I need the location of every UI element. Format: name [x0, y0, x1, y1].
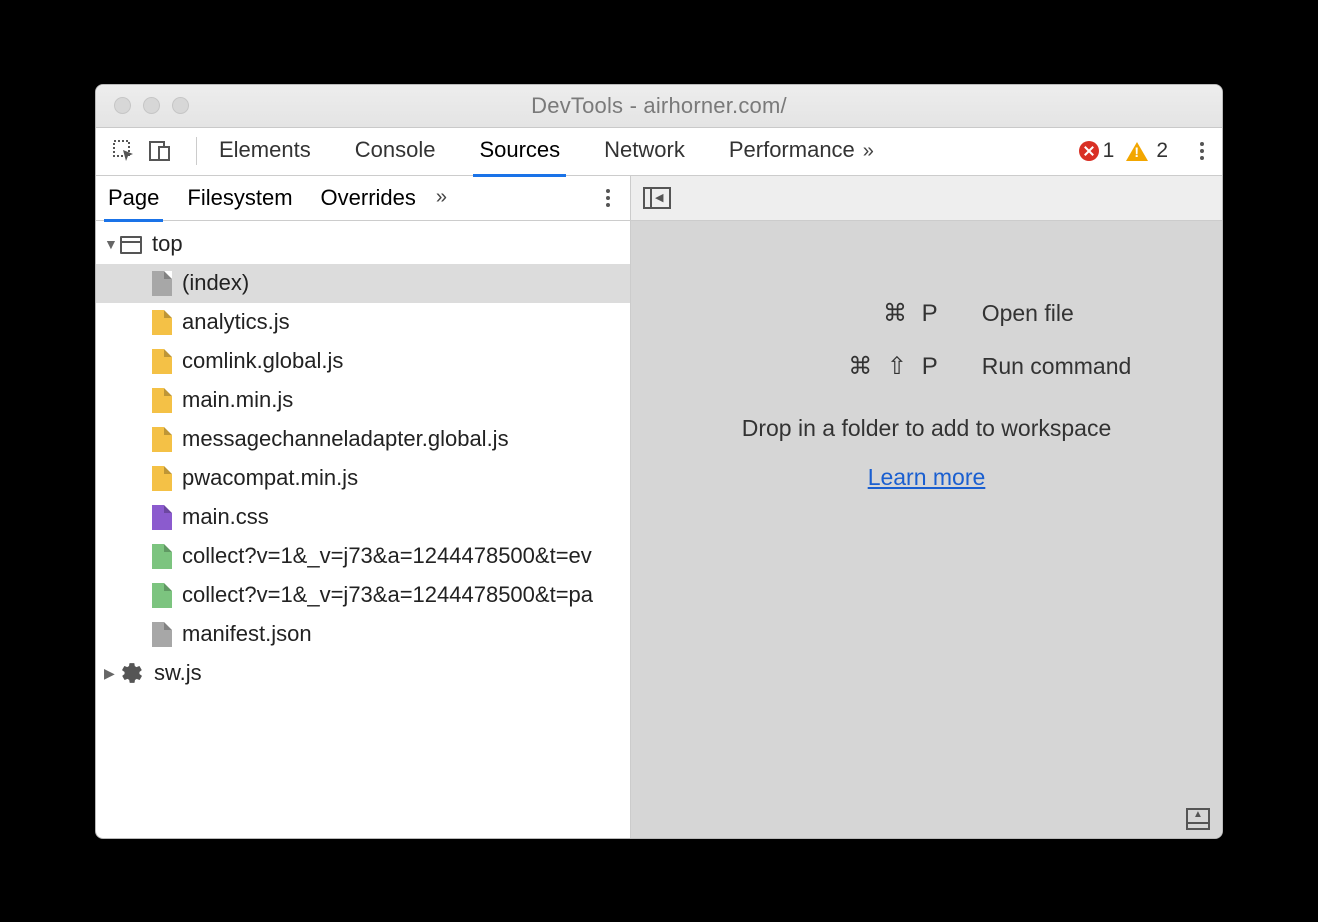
error-icon [1079, 141, 1099, 161]
tab-network[interactable]: Network [604, 137, 685, 165]
file-name: (index) [182, 270, 249, 296]
main-toolbar: Elements Console Sources Network Performance… [96, 128, 1222, 176]
file-icon [152, 622, 172, 647]
file-icon [152, 505, 172, 530]
file-item[interactable]: analytics.js [96, 303, 630, 342]
warning-icon [1126, 142, 1148, 161]
file-item[interactable]: collect?v=1&_v=j73&a=1244478500&t=pa [96, 576, 630, 615]
file-name: messagechanneladapter.global.js [182, 426, 509, 452]
titlebar: DevTools - airhorner.com/ [96, 85, 1222, 128]
file-item[interactable]: (index) [96, 264, 630, 303]
file-icon [152, 544, 172, 569]
subtab-page[interactable]: Page [108, 185, 159, 211]
subtab-overrides[interactable]: Overrides [321, 185, 416, 211]
tree-root-top[interactable]: top [96, 225, 630, 264]
editor-tab-bar [631, 176, 1222, 221]
more-tabs-icon[interactable]: » [863, 140, 874, 163]
file-item[interactable]: comlink.global.js [96, 342, 630, 381]
service-worker-icon [120, 661, 144, 685]
tab-performance[interactable]: Performance [729, 137, 855, 165]
file-icon [152, 427, 172, 452]
devtools-window: DevTools - airhorner.com/ Elements Consol… [95, 84, 1223, 839]
file-name: pwacompat.min.js [182, 465, 358, 491]
zoom-window-button[interactable] [172, 97, 189, 114]
collapse-navigator-icon[interactable] [643, 187, 671, 209]
editor-placeholder: ⌘ P Open file ⌘ ⇧ P Run command Drop in … [631, 221, 1222, 491]
file-icon [152, 349, 172, 374]
tab-sources[interactable]: Sources [479, 137, 560, 165]
tab-console[interactable]: Console [355, 137, 436, 165]
window-title: DevTools - airhorner.com/ [96, 93, 1222, 119]
run-command-label: Run command [982, 353, 1132, 380]
tree-sw[interactable]: sw.js [96, 654, 630, 693]
file-icon [152, 583, 172, 608]
file-item[interactable]: collect?v=1&_v=j73&a=1244478500&t=ev [96, 537, 630, 576]
error-count[interactable]: 1 2 [1079, 139, 1168, 163]
file-name: main.css [182, 504, 269, 530]
file-icon [152, 271, 172, 296]
device-toolbar-icon[interactable] [146, 137, 174, 165]
editor-pane: ⌘ P Open file ⌘ ⇧ P Run command Drop in … [631, 176, 1222, 838]
file-item[interactable]: main.min.js [96, 381, 630, 420]
minimize-window-button[interactable] [143, 97, 160, 114]
inspect-element-icon[interactable] [110, 137, 138, 165]
toggle-drawer-icon[interactable] [1186, 808, 1210, 830]
file-name: main.min.js [182, 387, 293, 413]
subtab-filesystem[interactable]: Filesystem [187, 185, 292, 211]
file-icon [152, 466, 172, 491]
file-name: collect?v=1&_v=j73&a=1244478500&t=ev [182, 543, 592, 569]
file-tree[interactable]: top (index) analytics.js comlink.global.js… [96, 221, 630, 838]
open-file-shortcut: ⌘ P [883, 299, 942, 328]
file-item[interactable]: messagechanneladapter.global.js [96, 420, 630, 459]
run-command-shortcut: ⌘ ⇧ P [848, 352, 941, 381]
workspace-drop-hint: Drop in a folder to add to workspace [742, 415, 1111, 442]
traffic-lights [114, 97, 189, 114]
navigator-tabs: Page Filesystem Overrides » [96, 176, 630, 221]
disclosure-triangle-icon[interactable] [104, 665, 120, 682]
disclosure-triangle-icon[interactable] [104, 236, 120, 252]
tab-elements[interactable]: Elements [219, 137, 311, 165]
learn-more-link[interactable]: Learn more [868, 464, 986, 491]
separator [196, 137, 197, 165]
file-icon [152, 388, 172, 413]
file-item[interactable]: pwacompat.min.js [96, 459, 630, 498]
file-name: collect?v=1&_v=j73&a=1244478500&t=pa [182, 582, 593, 608]
file-icon [152, 310, 172, 335]
navigator-menu-icon[interactable] [594, 189, 622, 207]
file-name: analytics.js [182, 309, 290, 335]
frame-icon [120, 236, 142, 254]
sources-navigator: Page Filesystem Overrides » top (index) ana… [96, 176, 631, 838]
file-item[interactable]: main.css [96, 498, 630, 537]
settings-menu-icon[interactable] [1188, 142, 1216, 160]
open-file-label: Open file [982, 300, 1132, 327]
file-name: manifest.json [182, 621, 312, 647]
close-window-button[interactable] [114, 97, 131, 114]
file-item[interactable]: manifest.json [96, 615, 630, 654]
file-name: comlink.global.js [182, 348, 343, 374]
more-navigator-tabs-icon[interactable]: » [436, 186, 447, 209]
